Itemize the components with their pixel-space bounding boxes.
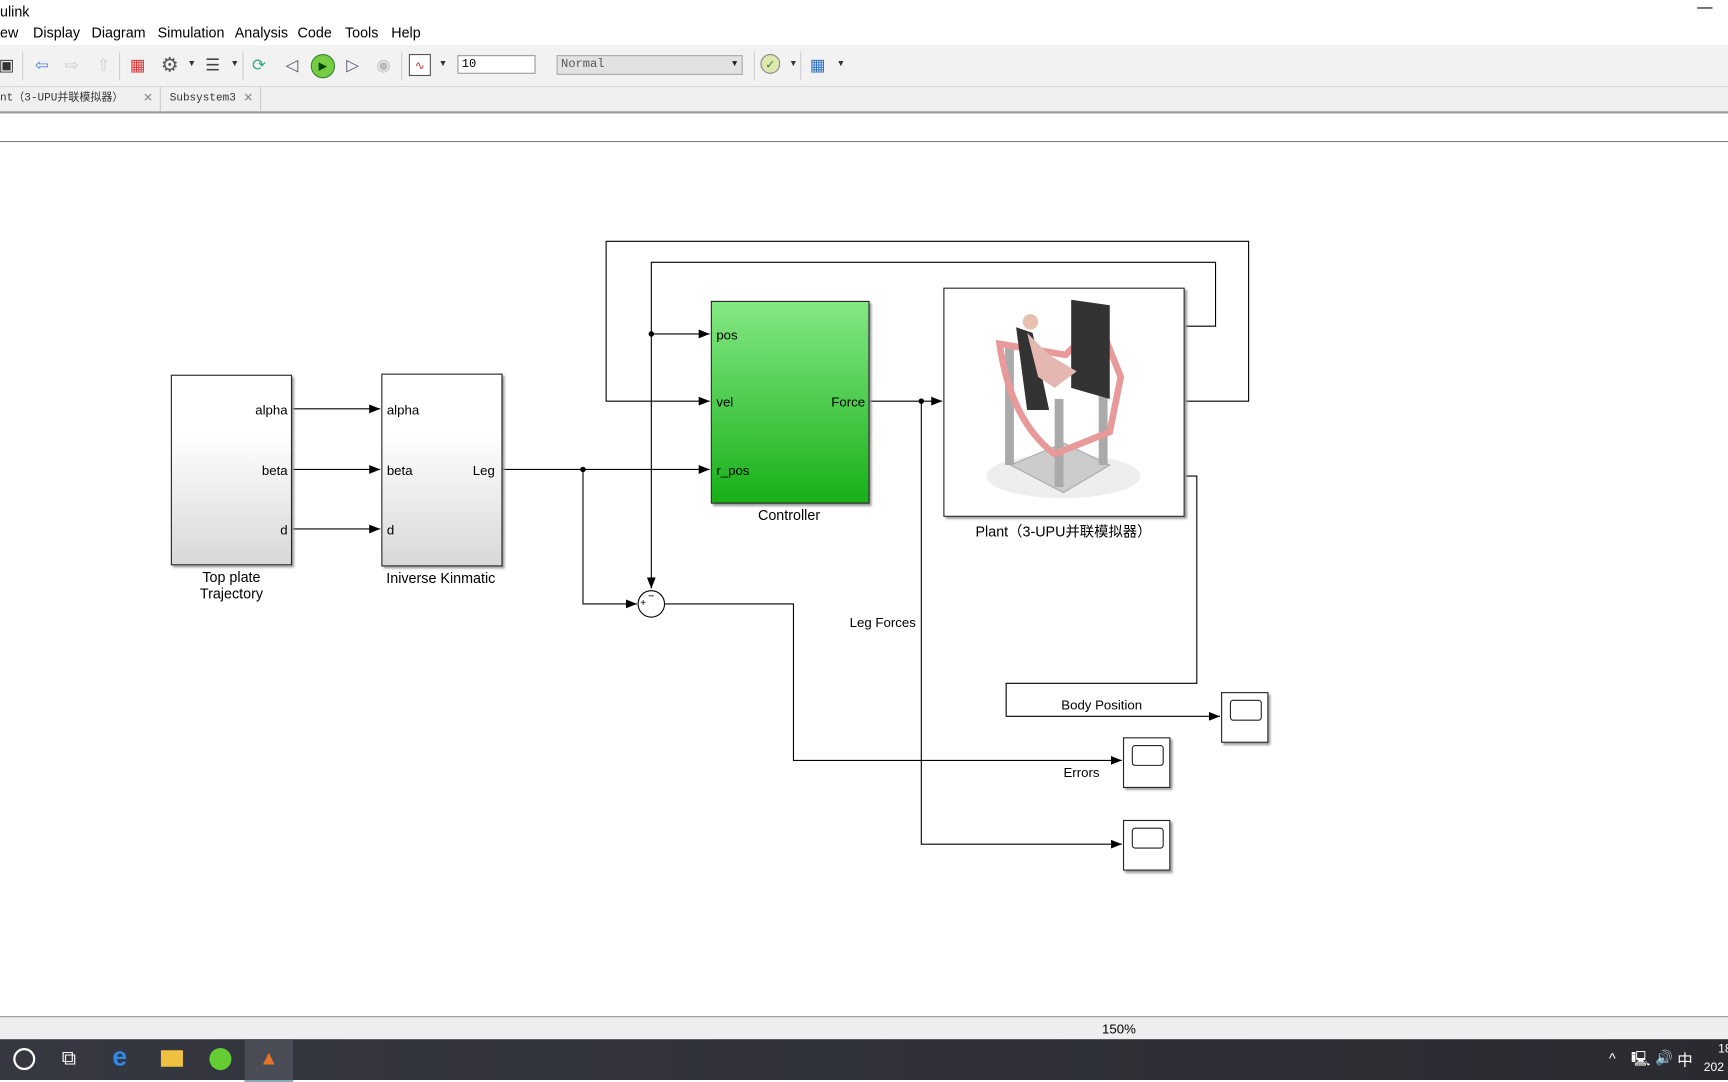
- chevron-up-icon[interactable]: ^: [1609, 1050, 1616, 1067]
- inverse-kinematic-block[interactable]: alpha beta d Leg: [381, 373, 503, 567]
- sum-minus-sign: −: [647, 590, 655, 603]
- top-plate-trajectory-block[interactable]: alpha beta d: [170, 374, 293, 566]
- leg-forces-label: Leg Forces: [849, 614, 916, 631]
- ik-label: Iniverse Kinmatic: [386, 569, 496, 587]
- matlab-taskbar-button[interactable]: ▲: [244, 1039, 294, 1082]
- status-bar: 150%: [0, 1016, 1728, 1041]
- file-explorer-icon[interactable]: [160, 1050, 183, 1067]
- clock-time[interactable]: 18: [1718, 1043, 1728, 1056]
- body-position-scope[interactable]: [1221, 692, 1269, 743]
- volume-icon[interactable]: 🔊: [1655, 1049, 1673, 1067]
- signal-leg-to-sum: [582, 469, 637, 609]
- port-leg: Leg: [472, 462, 495, 479]
- browser-icon[interactable]: [209, 1048, 232, 1071]
- edge-icon[interactable]: e: [112, 1043, 127, 1074]
- scope-screen-icon: [1131, 827, 1164, 849]
- port-r-pos: r_pos: [716, 462, 750, 479]
- controller-block[interactable]: pos vel r_pos Force: [710, 300, 870, 504]
- scope-screen-icon: [1131, 744, 1164, 766]
- trajectory-label: Top plate Trajectory: [199, 568, 264, 602]
- task-view-icon[interactable]: ⧉: [62, 1047, 76, 1070]
- port-vel: vel: [716, 394, 734, 410]
- errors-scope[interactable]: [1122, 737, 1171, 788]
- ime-indicator[interactable]: 中: [1677, 1049, 1692, 1071]
- search-icon[interactable]: [13, 1048, 36, 1071]
- port-d: d: [280, 522, 288, 538]
- sum-plus-sign: +: [640, 597, 647, 609]
- port-beta: beta: [261, 462, 288, 479]
- port-pos: pos: [716, 327, 738, 343]
- scope-screen-icon: [1229, 699, 1262, 721]
- controller-label: Controller: [757, 506, 821, 524]
- port-beta: beta: [386, 462, 413, 479]
- port-alpha: alpha: [255, 402, 288, 418]
- matlab-icon: ▲: [258, 1046, 279, 1069]
- zoom-level: 150%: [1102, 1021, 1136, 1038]
- plant-block[interactable]: [943, 287, 1185, 517]
- taskbar: ⧉ e ▲ ^ 🖳 🔊 中 18 202: [0, 1039, 1728, 1082]
- errors-label: Errors: [1063, 764, 1100, 781]
- port-d: d: [386, 522, 395, 538]
- clock-date[interactable]: 202: [1704, 1061, 1724, 1074]
- port-alpha: alpha: [386, 402, 420, 418]
- plant-label: Plant（3-UPU并联模拟器）: [975, 523, 1152, 540]
- body-position-label: Body Position: [1061, 697, 1143, 714]
- port-force: Force: [831, 394, 866, 410]
- network-icon[interactable]: 🖳: [1631, 1049, 1650, 1073]
- simulator-image: [986, 299, 1141, 499]
- leg-forces-scope[interactable]: [1122, 819, 1171, 871]
